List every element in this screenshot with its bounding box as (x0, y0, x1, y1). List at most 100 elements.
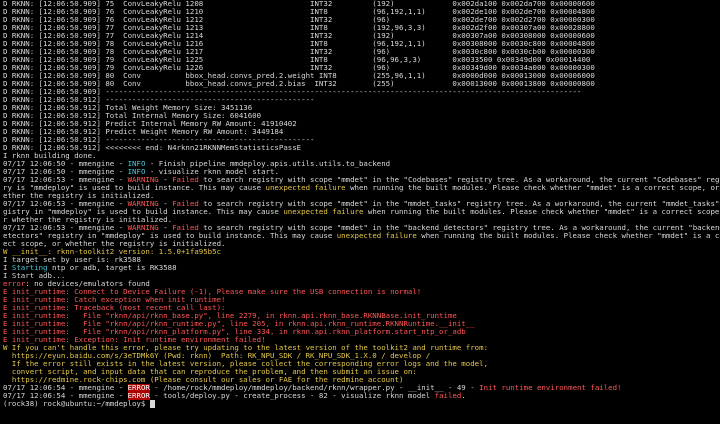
terminal-line: 07/17 12:06:53 - mmengine - WARNING - Fa… (3, 200, 720, 208)
terminal-text-segment: (rock38) rock@ubuntu:~/mmdeploy$ (3, 400, 150, 408)
terminal-text-segment: W __init__: rknn-toolkit2 version: 1.5.0… (3, 248, 222, 256)
terminal-line: W If you can't handle this error, please… (3, 344, 720, 352)
terminal-line: D RKNN: [12:06:50.909] 76 ConvLeakyRelu … (3, 16, 720, 24)
terminal-line: https://eyun.baidu.com/s/3eTDMk6Y (Pwd: … (3, 352, 720, 360)
terminal-line: E init_runtime: File "rknn/api/rknn_base… (3, 312, 720, 320)
terminal-line: 07/17 12:06:50 - mmengine - INFO - visua… (3, 168, 720, 176)
terminal-line: D RKNN: [12:06:50.912] -----------------… (3, 136, 720, 144)
terminal-text-segment: E init_runtime: File "rknn/api/rknn_runt… (3, 320, 475, 328)
terminal-text-segment: D RKNN: [12:06:50.912] Total Weight Memo… (3, 104, 253, 112)
terminal-text-segment: https://eyun.baidu.com/s/3eTDMk6Y (Pwd: … (3, 352, 431, 360)
terminal-text-segment: INFO (127, 168, 146, 176)
terminal-line: https://redmine.rock-chips.com (Please c… (3, 376, 720, 384)
terminal-text-segment: D RKNN: [12:06:50.912] Predict Weight Me… (3, 128, 284, 136)
terminal-text-segment: WARNING (127, 224, 159, 232)
terminal-line: D RKNN: [12:06:50.909] 78 ConvLeakyRelu … (3, 48, 720, 56)
terminal-text-segment: - (158, 200, 173, 208)
terminal-text-segment: ERROR (127, 384, 150, 392)
terminal-text-segment: to search registry with scope "mmdet" in… (198, 176, 720, 184)
terminal-line: 07/17 12:06:54 - mmengine - ERROR - /hom… (3, 384, 720, 392)
terminal-text-segment: unexpected failure (336, 232, 417, 240)
terminal-line: D RKNN: [12:06:50.912] -----------------… (3, 96, 720, 104)
terminal-text-segment: - Finish pipeline mmdeploy.apis.utils.ut… (145, 160, 391, 168)
terminal-line: I rknn building done. (3, 152, 720, 160)
terminal-text-segment: E init_runtime: Catch exception when ini… (3, 296, 226, 304)
terminal-line: D RKNN: [12:06:50.909] 77 ConvLeakyRelu … (3, 24, 720, 32)
terminal-line: D RKNN: [12:06:50.909] -----------------… (3, 88, 720, 96)
shell-prompt-line: (rock38) rock@ubuntu:~/mmdeploy$ (3, 400, 720, 408)
terminal-text-segment: to search registry with scope "mmdet" in… (198, 200, 720, 208)
terminal-text-segment: unexpected failure (265, 184, 346, 192)
terminal-text-segment: to search registry with scope "mmdet" in… (198, 224, 720, 232)
terminal-window[interactable]: D RKNN: [12:06:50.909] 75 ConvLeakyRelu … (0, 0, 720, 424)
terminal-line: D RKNN: [12:06:50.912] Predict Internal … (3, 120, 720, 128)
terminal-line: E init_runtime: File "rknn/api/rknn_runt… (3, 320, 720, 328)
terminal-line: E init_runtime: Traceback (most recent c… (3, 304, 720, 312)
terminal-text-segment: https://redmine.rock-chips.com (Please c… (3, 376, 404, 384)
terminal-line: E init_runtime: Connect to Device Failur… (3, 288, 720, 296)
terminal-line: D RKNN: [12:06:50.909] 78 ConvLeakyRelu … (3, 40, 720, 48)
terminal-line: I Starting ntp or adb, target is RK3588 (3, 264, 720, 272)
terminal-line: D RKNN: [12:06:50.909] 80 Conv bbox_head… (3, 72, 720, 80)
terminal-text-segment: ry is "mmdeploy" is used to build instan… (3, 184, 266, 192)
terminal-text-segment: WARNING (127, 176, 159, 184)
terminal-text-segment: when running the built modules. Please c… (345, 184, 720, 192)
terminal-text-segment: Failed (172, 200, 199, 208)
terminal-line: D RKNN: [12:06:50.912] Predict Weight Me… (3, 128, 720, 136)
terminal-text-segment: - (158, 176, 173, 184)
terminal-line: If the error still exists in the latest … (3, 360, 720, 368)
terminal-text-segment: - (158, 224, 173, 232)
terminal-text-segment: D RKNN: [12:06:50.912] -----------------… (3, 136, 315, 144)
terminal-text-segment: D RKNN: [12:06:50.909] 77 ConvLeakyRelu … (3, 24, 595, 32)
terminal-text-segment: E init_runtime: Connect to Device Failur… (3, 288, 422, 296)
terminal-text-segment: D RKNN: [12:06:50.909] 77 ConvLeakyRelu … (3, 32, 595, 40)
terminal-line: 07/17 12:06:53 - mmengine - WARNING - Fa… (3, 176, 720, 184)
terminal-line: D RKNN: [12:06:50.912] <<<<<<<< end: N4r… (3, 144, 720, 152)
terminal-text-segment: error (3, 280, 26, 288)
terminal-text-segment: E init_runtime: Traceback (most recent c… (3, 304, 226, 312)
terminal-line: D RKNN: [12:06:50.912] Total Internal Me… (3, 112, 720, 120)
terminal-line: ect scope, or whether the registry is in… (3, 240, 720, 248)
terminal-text-segment: I target set by user is: rk3588 (3, 256, 141, 264)
terminal-line: 07/17 12:06:50 - mmengine - INFO - Finis… (3, 160, 720, 168)
terminal-text-segment: - /home/rock/mmdeploy/mmdeploy/backend/r… (149, 384, 480, 392)
terminal-text-segment: D RKNN: [12:06:50.909] 75 ConvLeakyRelu … (3, 0, 595, 8)
terminal-line: E init_runtime: Catch exception when ini… (3, 296, 720, 304)
terminal-text-segment: D RKNN: [12:06:50.909] 79 ConvLeakyRelu … (3, 56, 591, 64)
terminal-text-segment: ect scope, or whether the registry is in… (3, 240, 226, 248)
terminal-text-segment: D RKNN: [12:06:50.909] 79 ConvLeakyRelu … (3, 64, 595, 72)
text-cursor[interactable] (149, 400, 155, 408)
terminal-line: D RKNN: [12:06:50.909] 76 ConvLeakyRelu … (3, 8, 720, 16)
terminal-text-segment: gistry in "mmdeploy" is used to build in… (3, 208, 284, 216)
terminal-text-segment: 07/17 12:06:50 - mmengine - (3, 160, 128, 168)
terminal-line: D RKNN: [12:06:50.909] 79 ConvLeakyRelu … (3, 64, 720, 72)
terminal-text-segment: I Start adb... (3, 272, 66, 280)
terminal-text-segment: : no devices/emulators found (25, 280, 150, 288)
terminal-text-segment: D RKNN: [12:06:50.912] <<<<<<<< end: N4r… (3, 144, 302, 152)
terminal-text-segment: convert script, and input data that can … (3, 368, 417, 376)
terminal-text-segment: D RKNN: [12:06:50.909] 80 Conv bbox_head… (3, 72, 595, 80)
terminal-text-segment: E init_runtime: File "rknn/api/rknn_plat… (3, 328, 466, 336)
terminal-line: r whether the registry is initialized. (3, 216, 720, 224)
terminal-line: E init_runtime: File "rknn/api/rknn_plat… (3, 328, 720, 336)
terminal-text-segment: WARNING (127, 200, 159, 208)
terminal-text-segment: 07/17 12:06:53 - mmengine - (3, 224, 128, 232)
terminal-text-segment: Failed (172, 224, 199, 232)
terminal-text-segment: etectors" registry in "mmdeploy" is used… (3, 232, 337, 240)
terminal-line: ry is "mmdeploy" is used to build instan… (3, 184, 720, 192)
terminal-line: D RKNN: [12:06:50.909] 77 ConvLeakyRelu … (3, 32, 720, 40)
terminal-line: error: no devices/emulators found (3, 280, 720, 288)
terminal-text-segment: - tools/deploy.py - create_process - 82 … (149, 392, 435, 400)
terminal-text-segment: I rknn building done. (3, 152, 97, 160)
terminal-text-segment: when running the built modules. Please c… (416, 232, 720, 240)
terminal-text-segment: - visualize rknn model start. (145, 168, 279, 176)
terminal-line: D RKNN: [12:06:50.909] 80 Conv bbox_head… (3, 80, 720, 88)
terminal-text-segment: ERROR (127, 392, 150, 400)
terminal-text-segment: D RKNN: [12:06:50.912] Total Internal Me… (3, 112, 262, 120)
terminal-text-segment: 07/17 12:06:53 - mmengine - (3, 176, 128, 184)
terminal-text-segment: W If you can't handle this error, please… (3, 344, 488, 352)
terminal-text-segment: D RKNN: [12:06:50.909] 76 ConvLeakyRelu … (3, 16, 595, 24)
terminal-text-segment: Failed (172, 176, 199, 184)
terminal-line: gistry in "mmdeploy" is used to build in… (3, 208, 720, 216)
terminal-text-segment: E init_runtime: File "rknn/api/rknn_base… (3, 312, 457, 320)
